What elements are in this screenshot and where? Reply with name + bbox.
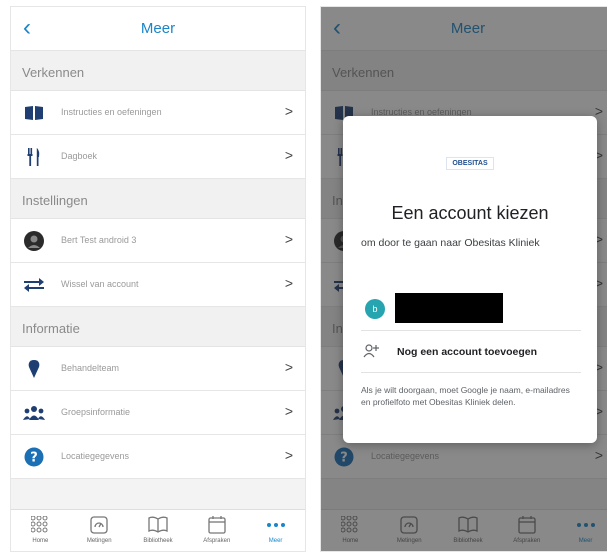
list-item-label: Bert Test android 3 bbox=[61, 235, 137, 245]
group-icon bbox=[23, 403, 45, 423]
account-avatar: b bbox=[365, 299, 385, 319]
section-header: Verkennen bbox=[11, 51, 305, 91]
list-item[interactable]: Groepsinformatie > bbox=[11, 391, 305, 435]
consent-text: Als je wilt doorgaan, moet Google je naa… bbox=[361, 385, 570, 407]
list-item[interactable]: Bert Test android 3 > bbox=[11, 219, 305, 263]
tab-afspraken[interactable]: Afspraken bbox=[187, 510, 246, 551]
redacted-account-name bbox=[395, 293, 503, 323]
list-item[interactable]: Dagboek > bbox=[11, 135, 305, 179]
add-account-label: Nog een account toevoegen bbox=[397, 346, 538, 358]
phone-screen-meer: ‹ Meer Verkennen Instructies en oefeningen >… bbox=[10, 6, 306, 552]
calendar-icon bbox=[187, 514, 246, 536]
tab-label: Bibliotheek bbox=[143, 538, 173, 544]
book-icon bbox=[23, 103, 45, 123]
app-logo: OBESITAS bbox=[343, 152, 597, 170]
top-bar: ‹Meer bbox=[11, 7, 305, 51]
add-person-icon bbox=[363, 344, 379, 363]
list-item-label: Groepsinformatie bbox=[61, 407, 131, 417]
svg-text:?: ? bbox=[30, 451, 38, 466]
phone-screen-account-chooser: ‹MeerVerkennenInstructies en oefeningen>… bbox=[320, 6, 607, 552]
grid-icon bbox=[11, 514, 70, 536]
chevron-right-icon: > bbox=[284, 103, 293, 119]
location-pin-icon bbox=[23, 359, 45, 379]
list-item-label: Wissel van account bbox=[61, 279, 139, 289]
logo-text: OBESITAS bbox=[446, 157, 494, 170]
list-item-label: Instructies en oefeningen bbox=[61, 107, 162, 117]
gauge-icon bbox=[70, 514, 129, 536]
dialog-title: Een account kiezen bbox=[391, 203, 549, 223]
account-row[interactable]: b bbox=[361, 291, 581, 323]
fork-knife-icon bbox=[23, 147, 45, 167]
list-item-label: Dagboek bbox=[61, 151, 98, 161]
question-circle-icon: ? bbox=[23, 447, 45, 467]
more-dots-icon bbox=[246, 514, 305, 536]
open-book-icon bbox=[129, 514, 188, 536]
tab-home[interactable]: Home bbox=[11, 510, 70, 551]
divider bbox=[361, 330, 581, 331]
tab-label: Meer bbox=[268, 538, 283, 544]
chevron-right-icon: > bbox=[284, 403, 293, 419]
account-chooser-dialog: OBESITAS Een account kiezen om door te gaa… bbox=[343, 116, 597, 443]
tab-label: Afspraken bbox=[203, 538, 231, 544]
list-item[interactable]: Behandelteam > bbox=[11, 347, 305, 391]
tab-bibliotheek[interactable]: Bibliotheek bbox=[129, 510, 188, 551]
add-account-button[interactable]: Nog een account toevoegen bbox=[363, 340, 581, 364]
switch-arrows-icon bbox=[23, 275, 45, 295]
divider bbox=[361, 372, 581, 373]
list-item-label: Locatiegegevens bbox=[61, 451, 130, 461]
tab-label: Metingen bbox=[86, 538, 112, 544]
chevron-right-icon: > bbox=[284, 275, 293, 291]
avatar-icon bbox=[23, 231, 45, 251]
section-header: Instellingen bbox=[11, 179, 305, 219]
list-item-label: Behandelteam bbox=[61, 363, 120, 373]
bottom-tab-bar: Home Metingen Bibliotheek Afspraken Meer bbox=[11, 509, 305, 551]
chevron-right-icon: > bbox=[284, 447, 293, 463]
list-item[interactable]: Instructies en oefeningen > bbox=[11, 91, 305, 135]
chevron-right-icon: > bbox=[284, 359, 293, 375]
tab-label: Home bbox=[32, 538, 49, 544]
section-header: Informatie bbox=[11, 307, 305, 347]
list-item[interactable]: ? Locatiegegevens > bbox=[11, 435, 305, 479]
page-title: Meer bbox=[140, 20, 176, 37]
chevron-right-icon: > bbox=[284, 231, 293, 247]
list-item[interactable]: Wissel van account > bbox=[11, 263, 305, 307]
tab-meer[interactable]: Meer bbox=[246, 510, 305, 551]
tab-metingen[interactable]: Metingen bbox=[70, 510, 129, 551]
chevron-right-icon: > bbox=[284, 147, 293, 163]
dialog-subtitle: om door te gaan naar Obesitas Kliniek bbox=[361, 237, 540, 249]
